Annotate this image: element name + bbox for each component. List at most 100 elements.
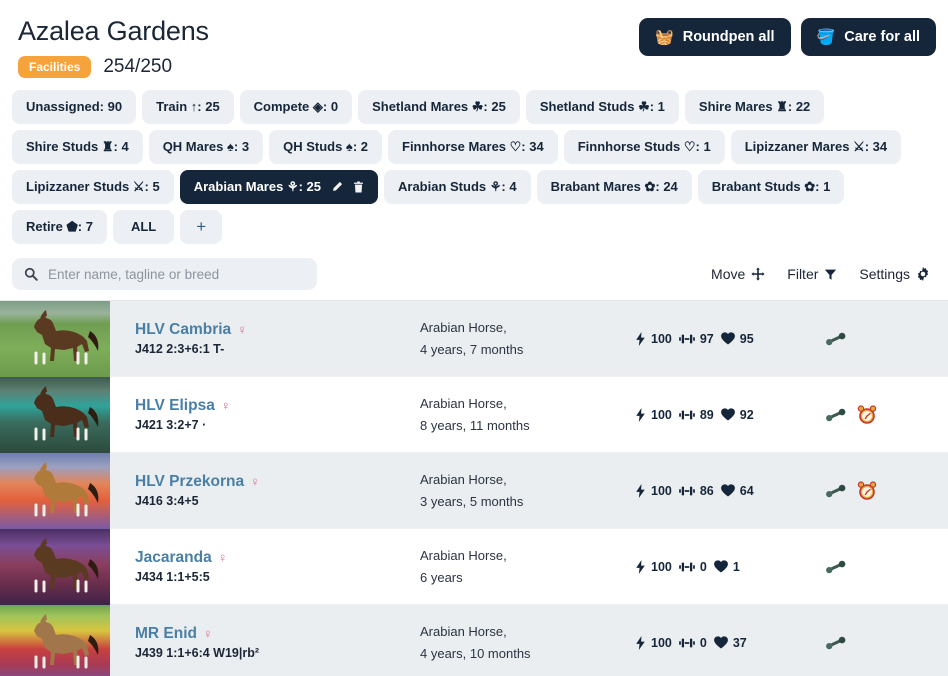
tab-label: Shire Mares ♜: 22 <box>698 99 811 114</box>
dumbbell-icon <box>678 560 695 574</box>
energy-icon <box>635 407 646 422</box>
facilities-badge: Facilities <box>18 56 92 78</box>
stat-training: 89 <box>678 408 714 422</box>
dumbbell-icon <box>678 408 695 422</box>
move-button[interactable]: Move <box>711 266 765 282</box>
horse-code: J412 2:3+6:1 T- <box>135 342 225 356</box>
stat-energy: 100 <box>635 407 672 422</box>
tab-all[interactable]: ALL <box>112 210 175 244</box>
horse-stats-cell: 100 0 1 <box>635 559 820 574</box>
tab-label: Lipizzaner Mares ⚔: 34 <box>744 139 888 154</box>
tab-finnhorse-studs-1[interactable]: Finnhorse Studs ♡: 1 <box>563 130 725 164</box>
stat-training: 0 <box>678 636 707 650</box>
search-input[interactable] <box>46 265 305 283</box>
roundpen-icon[interactable] <box>825 635 847 651</box>
stat-health: 64 <box>720 483 754 498</box>
horse-row[interactable]: HLV Elipsa ♀ J421 3:2+7 · Arabian Horse, 8 y… <box>0 377 948 453</box>
tab-compete-0[interactable]: Compete ◈: 0 <box>239 90 353 124</box>
tab-arabian-studs-4[interactable]: Arabian Studs ⚘: 4 <box>384 170 531 204</box>
tab-unassigned-90[interactable]: Unassigned: 90 <box>12 90 137 124</box>
roundpen-icon[interactable] <box>825 559 847 575</box>
tab-brabant-mares-24[interactable]: Brabant Mares ✿: 24 <box>536 170 692 204</box>
tab-label: QH Mares ♠: 3 <box>162 139 250 154</box>
horse-breed-cell: Arabian Horse, 8 years, 11 months <box>420 393 635 437</box>
roundpen-icon[interactable] <box>825 483 847 499</box>
tab-label: Retire ⬟: 7 <box>26 219 93 234</box>
alarm-clock-icon[interactable] <box>857 480 877 501</box>
training-value: 0 <box>699 559 707 574</box>
energy-icon <box>635 559 646 574</box>
heart-icon <box>713 636 728 649</box>
horse-row[interactable]: Jacaranda ♀ J434 1:1+5:5 Arabian Horse, 6 ye… <box>0 529 948 605</box>
horse-age: 8 years, 11 months <box>420 417 530 433</box>
horse-thumbnail[interactable] <box>0 529 110 605</box>
tab-shetland-mares-25[interactable]: Shetland Mares ☘: 25 <box>358 90 520 124</box>
care-for-all-button[interactable]: 🪣 Care for all <box>800 18 936 56</box>
tab-shire-mares-22[interactable]: Shire Mares ♜: 22 <box>684 90 825 124</box>
move-icon <box>751 267 765 281</box>
heart-icon <box>720 408 735 421</box>
health-value: 92 <box>739 407 754 422</box>
tab-qh-mares-3[interactable]: QH Mares ♠: 3 <box>148 130 264 164</box>
horse-row-content: HLV Cambria ♀ J412 2:3+6:1 T- Arabian Horse… <box>110 301 948 376</box>
energy-icon <box>635 635 646 650</box>
horse-thumbnail[interactable] <box>0 377 110 453</box>
mare-icon: ♀ <box>217 550 228 565</box>
energy-value: 100 <box>651 331 672 346</box>
energy-value: 100 <box>651 483 672 498</box>
horse-row[interactable]: HLV Cambria ♀ J412 2:3+6:1 T- Arabian Horse… <box>0 301 948 377</box>
horse-stats-cell: 100 97 95 <box>635 331 820 346</box>
horse-thumbnail[interactable] <box>0 453 110 529</box>
gear-icon <box>916 267 930 281</box>
tab-label: Shire Studs ♜: 4 <box>26 139 129 154</box>
alarm-clock-icon[interactable] <box>857 404 877 425</box>
filter-button[interactable]: Filter <box>787 266 837 282</box>
filter-label: Filter <box>787 266 819 282</box>
group-tabs: Unassigned: 90 Train ↑: 25 Compete ◈: 0 She… <box>0 78 948 244</box>
roundpen-all-button[interactable]: 🧺 Roundpen all <box>639 18 791 56</box>
tab-qh-studs-2[interactable]: QH Studs ♠: 2 <box>269 130 382 164</box>
tab-label: Finnhorse Mares ♡: 34 <box>402 139 544 154</box>
tab-lipizzaner-studs-5[interactable]: Lipizzaner Studs ⚔: 5 <box>12 170 174 204</box>
horse-name-cell: HLV Cambria ♀ J412 2:3+6:1 T- <box>135 320 420 357</box>
tab-shire-studs-4[interactable]: Shire Studs ♜: 4 <box>12 130 143 164</box>
horse-row[interactable]: MR Enid ♀ J439 1:1+6:4 W19|rb² Arabian Hors… <box>0 605 948 676</box>
horse-thumbnail[interactable] <box>0 605 110 676</box>
health-value: 1 <box>732 559 740 574</box>
tab-delete-icon[interactable] <box>353 181 364 193</box>
horse-stats-cell: 100 89 92 <box>635 407 820 422</box>
tab-shetland-studs-1[interactable]: Shetland Studs ☘: 1 <box>525 90 679 124</box>
tab-lipizzaner-mares-34[interactable]: Lipizzaner Mares ⚔: 34 <box>730 130 902 164</box>
horse-breed: Arabian Horse, <box>420 471 507 487</box>
horse-row[interactable]: HLV Przekorna ♀ J416 3:4+5 Arabian Horse, 3 … <box>0 453 948 529</box>
title-block: Azalea Gardens Facilities 254/250 <box>12 8 209 78</box>
tab-label: QH Studs ♠: 2 <box>283 139 368 154</box>
horse-breed: Arabian Horse, <box>420 395 507 411</box>
horse-name-link[interactable]: HLV Przekorna ♀ <box>135 472 420 491</box>
horse-breed: Arabian Horse, <box>420 547 507 563</box>
horse-name: Jacaranda <box>135 549 212 566</box>
horse-name-link[interactable]: MR Enid ♀ <box>135 624 420 643</box>
tab-arabian-mares-25[interactable]: Arabian Mares ⚘: 25 <box>179 170 378 204</box>
tab-train-25[interactable]: Train ↑: 25 <box>142 90 234 124</box>
roundpen-icon[interactable] <box>825 407 847 423</box>
add-tab-button[interactable]: + <box>180 210 223 244</box>
tab-retire-7[interactable]: Retire ⬟: 7 <box>12 210 107 244</box>
heart-icon <box>720 332 735 345</box>
horse-name-link[interactable]: Jacaranda ♀ <box>135 548 420 567</box>
training-value: 97 <box>699 331 714 346</box>
tab-brabant-studs-1[interactable]: Brabant Studs ✿: 1 <box>697 170 845 204</box>
horse-actions-cell <box>820 559 925 575</box>
tab-finnhorse-mares-34[interactable]: Finnhorse Mares ♡: 34 <box>388 130 558 164</box>
horse-code: J439 1:1+6:4 W19|rb² <box>135 646 260 660</box>
health-value: 64 <box>739 483 754 498</box>
settings-button[interactable]: Settings <box>859 266 930 282</box>
tab-edit-icon[interactable] <box>331 181 343 193</box>
horse-name-link[interactable]: HLV Elipsa ♀ <box>135 396 420 415</box>
search-box[interactable] <box>12 258 317 290</box>
roundpen-icon[interactable] <box>825 331 847 347</box>
horse-name-link[interactable]: HLV Cambria ♀ <box>135 320 420 339</box>
horse-thumbnail[interactable] <box>0 301 110 377</box>
horse-stats-cell: 100 86 64 <box>635 483 820 498</box>
horse-row-content: MR Enid ♀ J439 1:1+6:4 W19|rb² Arabian Hors… <box>110 605 948 676</box>
